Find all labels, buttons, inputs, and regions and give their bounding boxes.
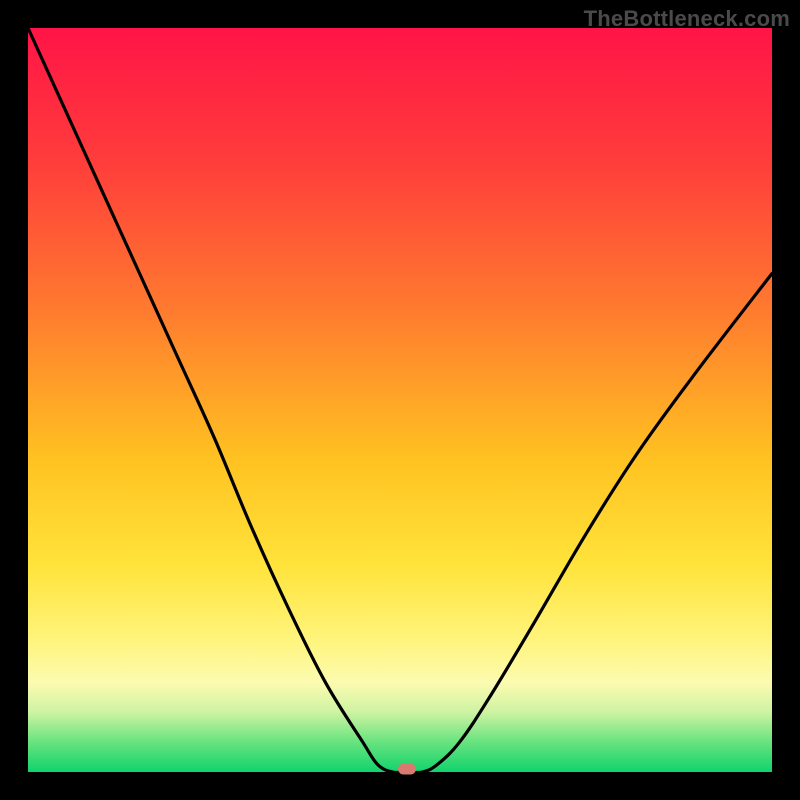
optimal-marker — [398, 764, 416, 775]
curve-path — [28, 28, 772, 773]
plot-area — [28, 28, 772, 772]
bottleneck-curve — [28, 28, 772, 772]
watermark-text: TheBottleneck.com — [584, 6, 790, 32]
chart-frame: TheBottleneck.com — [0, 0, 800, 800]
